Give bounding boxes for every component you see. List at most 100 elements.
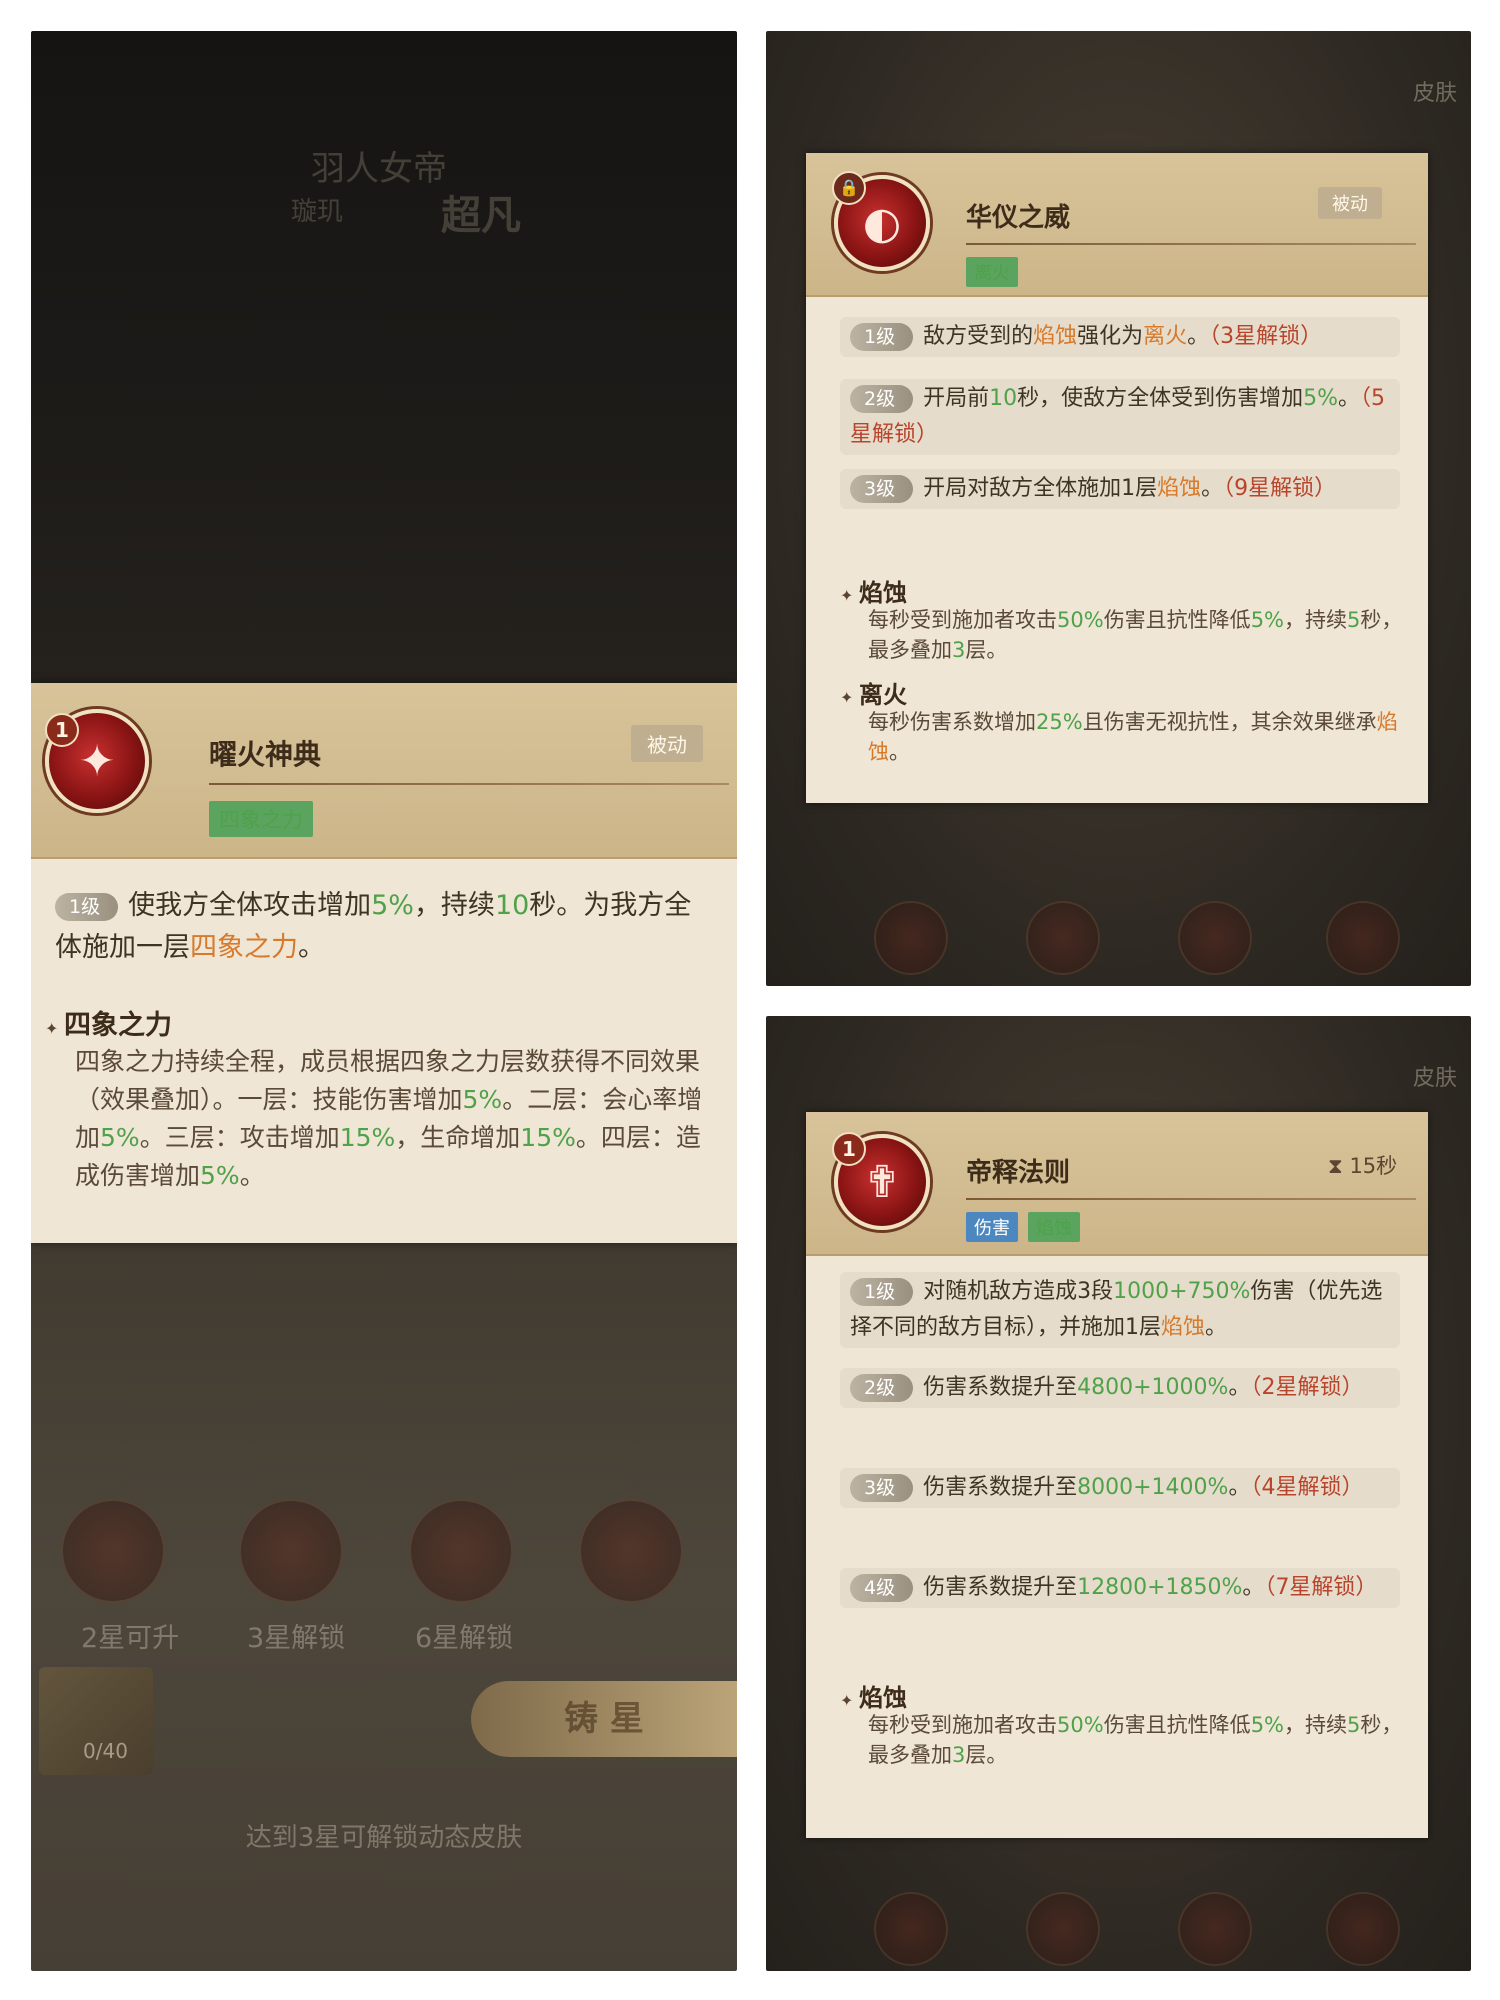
- name-divider: [966, 243, 1416, 245]
- text-segment: 强化为: [1077, 324, 1144, 349]
- definition-body-1: 每秒受到施加者攻击50%伤害且抗性降低5%，持续5秒，最多叠加3层。: [868, 605, 1408, 665]
- slot-label-3: 6星解锁: [415, 1623, 514, 1654]
- hero-subtitle-right: 超凡: [441, 192, 521, 239]
- text-segment: 。: [1338, 386, 1361, 411]
- skill-tag: 离火: [966, 257, 1018, 287]
- skill-level-badge: 1: [45, 713, 79, 747]
- text-segment: 使我方全体攻击增加: [128, 890, 372, 921]
- name-divider: [966, 1198, 1416, 1200]
- skin-unlock-hint: 达到3星可解锁动态皮肤: [245, 1823, 523, 1853]
- level-row: 1级 使我方全体攻击增加5%，持续10秒。为我方全体施加一层四象之力。: [45, 879, 725, 975]
- shard-count: 0/40: [83, 1739, 128, 1763]
- definition-title: 四象之力: [45, 1003, 172, 1042]
- skill-name: 曜火神典: [209, 738, 322, 771]
- text-segment: 15%: [339, 1123, 396, 1152]
- text-segment: 。: [1201, 476, 1224, 501]
- text-segment: 秒，使敌方全体受到伤害增加: [1017, 386, 1304, 411]
- skill-slot-4[interactable]: [1326, 1892, 1400, 1966]
- text-segment: 5: [1347, 608, 1361, 632]
- text-segment: 伤害系数提升至: [923, 1575, 1078, 1600]
- skill-slot-2[interactable]: [239, 1499, 343, 1603]
- text-segment: 。: [1228, 1375, 1251, 1400]
- text-segment: 焰蚀: [1161, 1315, 1206, 1340]
- text-segment: 10: [989, 386, 1018, 411]
- skill-slot-3[interactable]: [409, 1499, 513, 1603]
- text-segment: 。: [889, 740, 910, 764]
- text-segment: 每秒受到施加者攻击: [868, 1713, 1057, 1737]
- skill-tag: 四象之力: [209, 801, 313, 837]
- text-segment: 12800+1850%: [1077, 1575, 1243, 1600]
- skin-label[interactable]: 皮肤: [1413, 1060, 1457, 1092]
- text-segment: （3星解锁）: [1209, 324, 1323, 349]
- text-segment: 5: [1347, 1713, 1361, 1737]
- skill-slot-2[interactable]: [1026, 1892, 1100, 1966]
- slot-label-1: 2星可升: [81, 1623, 180, 1654]
- text-segment: 50%: [1057, 608, 1104, 632]
- text-segment: 。: [298, 932, 325, 963]
- skill-name: 华仪之威: [966, 203, 1071, 233]
- text-segment: （2星解锁）: [1250, 1375, 1364, 1400]
- level-badge: 4级: [850, 1574, 914, 1602]
- skill-slot-1[interactable]: [61, 1499, 165, 1603]
- hourglass-icon: ⧗: [1328, 1154, 1343, 1178]
- skill-slot-4[interactable]: [1326, 901, 1400, 975]
- skill-slot-3[interactable]: [1178, 1892, 1252, 1966]
- text-segment: 5%: [462, 1085, 503, 1114]
- text-segment: 伤害系数提升至: [923, 1375, 1078, 1400]
- text-segment: 5%: [200, 1161, 240, 1190]
- level-badge: 2级: [850, 1374, 914, 1402]
- skill-type-badge: 被动: [1318, 187, 1382, 219]
- skill-card: ◐ 🔒 华仪之威 被动 离火 1级 敌方受到的焰蚀强化为离火。（3星解锁） 2级开…: [806, 153, 1428, 803]
- level-row-3: 3级 开局对敌方全体施加1层焰蚀。（9星解锁）: [840, 469, 1400, 509]
- skill-slot-1[interactable]: [874, 1892, 948, 1966]
- level-row-1: 1级 对随机敌方造成3段1000+750%伤害（优先选择不同的敌方目标），并施加1…: [840, 1272, 1400, 1348]
- skill-slot-4[interactable]: [579, 1499, 683, 1603]
- text-segment: 。: [1242, 1575, 1265, 1600]
- skill-name: 帝释法则: [966, 1158, 1071, 1188]
- text-segment: 伤害且抗性降低: [1103, 1713, 1251, 1737]
- top-right-screenshot: 皮肤 ◐ 🔒 华仪之威 被动 离火 1级 敌方受到的焰蚀强化为离火。（3星解锁） …: [766, 31, 1471, 986]
- text-segment: 。: [239, 1161, 265, 1190]
- definition-body: 四象之力持续全程，成员根据四象之力层数获得不同效果（效果叠加）。一层：技能伤害增…: [75, 1043, 725, 1195]
- level-row-2: 2级 伤害系数提升至4800+1000%。（2星解锁）: [840, 1368, 1400, 1408]
- cooldown-value: 15秒: [1349, 1154, 1398, 1178]
- text-segment: （7星解锁）: [1264, 1575, 1378, 1600]
- slot-label-2: 3星解锁: [247, 1623, 346, 1654]
- text-segment: 且伤害无视抗性，其余效果继承: [1082, 710, 1377, 734]
- hero-title: 羽人女帝: [311, 149, 447, 189]
- name-divider: [209, 783, 729, 785]
- level-badge: 1级: [850, 1278, 914, 1306]
- text-segment: （4星解锁）: [1250, 1475, 1364, 1500]
- level-row-2: 2级 开局前10秒，使敌方全体受到伤害增加5%。（5星解锁）: [840, 379, 1400, 455]
- text-segment: 层。: [965, 1743, 1008, 1767]
- skill-tag-damage: 伤害: [966, 1212, 1018, 1242]
- text-segment: 3: [952, 1743, 966, 1767]
- skill-slot-2[interactable]: [1026, 901, 1100, 975]
- level-row-4: 4级 伤害系数提升至12800+1850%。（7星解锁）: [840, 1568, 1400, 1608]
- skin-label[interactable]: 皮肤: [1413, 75, 1457, 107]
- text-segment: 4800+1000%: [1077, 1375, 1229, 1400]
- text-segment: 伤害系数提升至: [923, 1475, 1078, 1500]
- text-segment: 层。: [965, 638, 1008, 662]
- definition-title: 焰蚀: [840, 1678, 907, 1713]
- text-segment: 15%: [520, 1123, 576, 1152]
- text-segment: 8000+1400%: [1077, 1475, 1229, 1500]
- skill-slot-3[interactable]: [1178, 901, 1252, 975]
- level-badge: 1级: [55, 892, 119, 921]
- level-row-1: 1级 敌方受到的焰蚀强化为离火。（3星解锁）: [840, 317, 1400, 357]
- forge-star-button[interactable]: 铸 星: [471, 1681, 737, 1757]
- skill-card: ✦ 1 曜火神典 被动 四象之力 1级 使我方全体攻击增加5%，持续10秒。为我方…: [31, 683, 737, 1243]
- text-segment: 每秒受到施加者攻击: [868, 608, 1057, 632]
- text-segment: 每秒伤害系数增加: [868, 710, 1036, 734]
- skill-slot-1[interactable]: [874, 901, 948, 975]
- definition-title-2: 离火: [840, 675, 907, 710]
- text-segment: 5%: [100, 1123, 140, 1152]
- lock-icon: 🔒: [832, 171, 866, 205]
- definition-body-2: 每秒伤害系数增加25%且伤害无视抗性，其余效果继承焰蚀。: [868, 707, 1408, 767]
- level-badge: 3级: [850, 475, 914, 503]
- text-segment: 开局前: [923, 386, 990, 411]
- skill-card: ✟ 1 帝释法则 ⧗ 15秒 伤害 焰蚀 1级 对随机敌方造成3段1000+750…: [806, 1112, 1428, 1838]
- text-segment: 焰蚀: [1157, 476, 1202, 501]
- skill-type-badge: 被动: [631, 725, 703, 762]
- text-segment: 四象之力: [190, 932, 298, 963]
